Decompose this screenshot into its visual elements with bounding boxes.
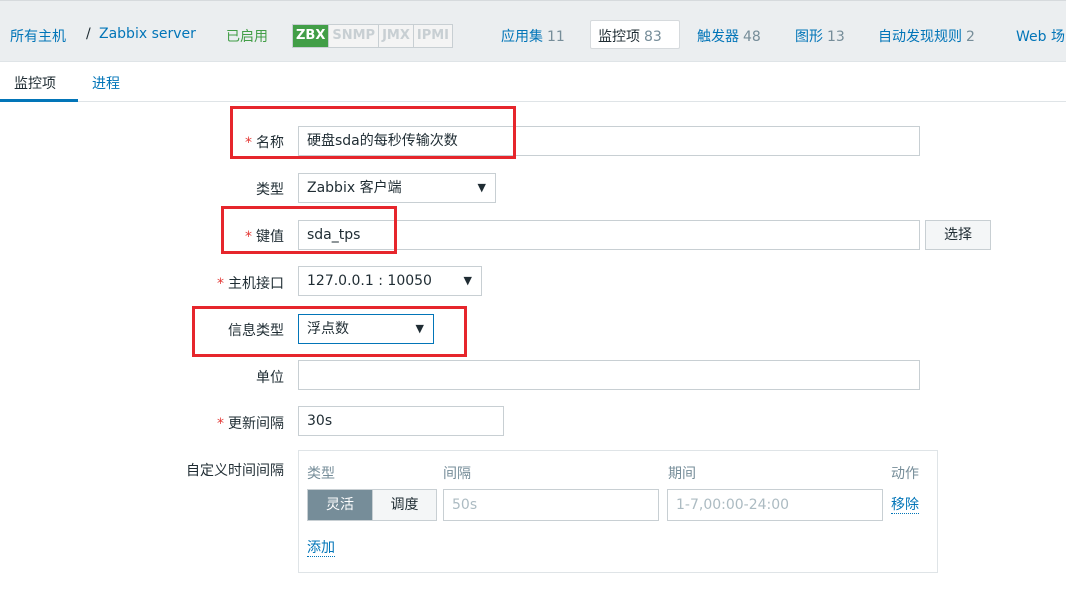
info-type-label: 信息类型 bbox=[228, 323, 284, 339]
host-link[interactable]: Zabbix server bbox=[99, 26, 196, 42]
col-interval-header: 间隔 bbox=[443, 466, 471, 482]
nav-items[interactable]: 监控项 83 bbox=[598, 26, 662, 46]
name-input[interactable]: 硬盘sda的每秒传输次数 bbox=[298, 126, 920, 156]
interval-input[interactable]: 50s bbox=[443, 489, 659, 521]
nav-triggers[interactable]: 触发器 48 bbox=[697, 26, 761, 46]
custom-intervals-table: 类型 间隔 期间 动作 灵活 调度 50s 1-7,00:00-24:00 移除… bbox=[298, 450, 938, 573]
tab-preprocessing[interactable]: 进程 bbox=[92, 73, 120, 93]
col-action-header: 动作 bbox=[891, 466, 919, 482]
ipmi-tag: IPMI bbox=[412, 25, 452, 47]
key-label: * 键值 bbox=[245, 229, 284, 245]
chevron-down-icon: ▼ bbox=[415, 322, 424, 335]
select-key-button[interactable]: 选择 bbox=[925, 220, 991, 250]
scheduling-option[interactable]: 调度 bbox=[372, 490, 436, 520]
interface-label: * 主机接口 bbox=[217, 276, 284, 292]
host-status[interactable]: 已启用 bbox=[226, 26, 268, 46]
breadcrumb-separator: / bbox=[86, 26, 91, 42]
update-interval-input[interactable]: 30s bbox=[298, 406, 504, 436]
host-nav-bar: 所有主机 / Zabbix server 已启用 ZBX SNMP JMX IP… bbox=[0, 0, 1066, 62]
interval-type-toggle: 灵活 调度 bbox=[307, 489, 437, 521]
availability-tags: ZBX SNMP JMX IPMI bbox=[292, 24, 454, 48]
nav-applications[interactable]: 应用集 11 bbox=[501, 26, 565, 46]
nav-discovery-rules[interactable]: 自动发现规则 2 bbox=[878, 26, 975, 46]
info-type-select[interactable]: 浮点数 ▼ bbox=[298, 314, 434, 344]
nav-web-scenarios[interactable]: Web 场 bbox=[1016, 26, 1065, 46]
chevron-down-icon: ▼ bbox=[463, 274, 472, 287]
remove-link[interactable]: 移除 bbox=[891, 497, 919, 514]
update-interval-label: * 更新间隔 bbox=[217, 416, 284, 432]
jmx-tag: JMX bbox=[378, 25, 413, 47]
type-label: 类型 bbox=[256, 182, 284, 198]
col-type-header: 类型 bbox=[307, 466, 335, 482]
tab-item[interactable]: 监控项 bbox=[14, 73, 56, 93]
nav-graphs[interactable]: 图形 13 bbox=[795, 26, 845, 46]
all-hosts-link[interactable]: 所有主机 bbox=[10, 26, 66, 46]
add-link[interactable]: 添加 bbox=[307, 540, 335, 557]
units-input[interactable] bbox=[298, 360, 920, 390]
interface-select[interactable]: 127.0.0.1 : 10050 ▼ bbox=[298, 266, 482, 296]
units-label: 单位 bbox=[256, 370, 284, 386]
key-input[interactable]: sda_tps bbox=[298, 220, 920, 250]
name-label: * 名称 bbox=[245, 135, 284, 151]
col-period-header: 期间 bbox=[668, 466, 696, 482]
custom-intervals-label: 自定义时间间隔 bbox=[186, 463, 284, 479]
period-input[interactable]: 1-7,00:00-24:00 bbox=[667, 489, 883, 521]
flexible-option[interactable]: 灵活 bbox=[308, 490, 372, 520]
snmp-tag: SNMP bbox=[328, 25, 378, 47]
form-tabs: 监控项 进程 bbox=[0, 62, 1066, 102]
zbx-tag: ZBX bbox=[293, 25, 329, 47]
type-select[interactable]: Zabbix 客户端 ▼ bbox=[298, 173, 496, 203]
chevron-down-icon: ▼ bbox=[477, 181, 486, 194]
active-tab-underline bbox=[0, 99, 78, 102]
